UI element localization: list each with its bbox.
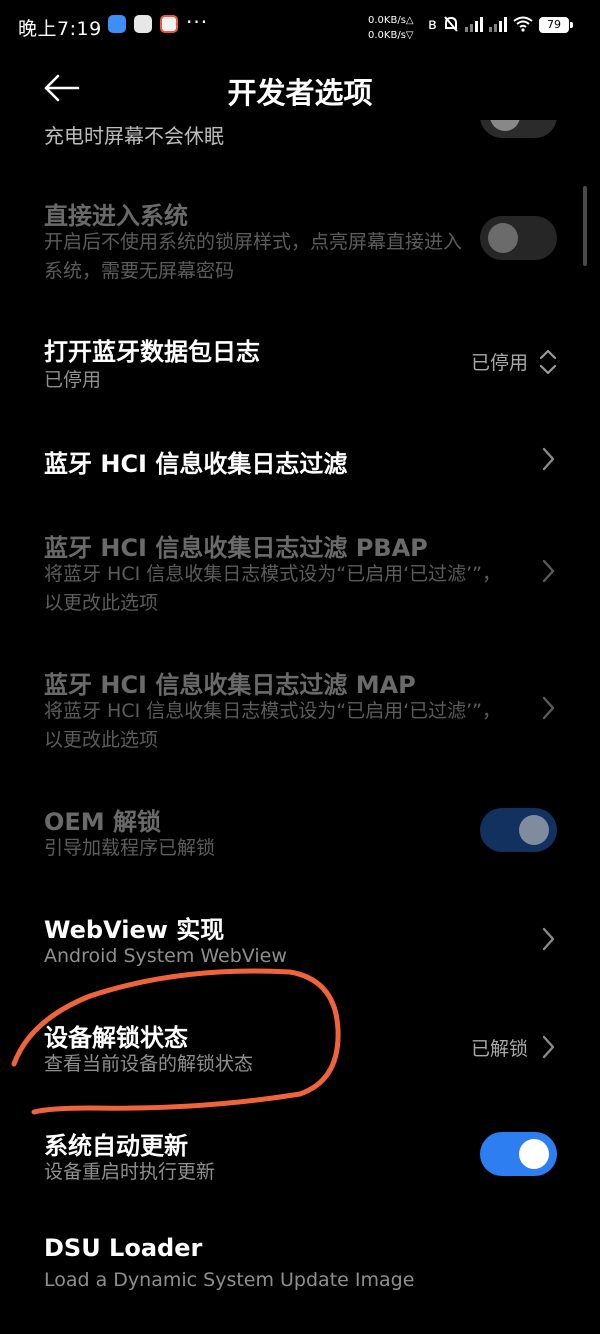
page-title: 开发者选项 <box>227 76 373 110</box>
status-time: 晚上7:19 <box>18 18 102 40</box>
oem-unlock-toggle[interactable] <box>480 808 557 852</box>
system-icons: ʙ <box>428 14 533 34</box>
item-subtitle: Load a Dynamic System Update Image <box>44 1269 415 1291</box>
item-title: 系统自动更新 <box>44 1132 188 1160</box>
network-speed: 0.0KB/s△ 0.0KB/s▽ <box>368 13 414 43</box>
signal-icon <box>464 16 483 32</box>
settings-item-device-unlock-status[interactable]: 设备解锁状态 查看当前设备的解锁状态 已解锁 <box>0 1016 600 1086</box>
settings-item-auto-update[interactable]: 系统自动更新 设备重启时执行更新 <box>0 1124 600 1194</box>
item-title: 蓝牙 HCI 信息收集日志过滤 PBAP <box>44 534 428 562</box>
speed-up: 0.0KB/s△ <box>368 15 414 26</box>
item-subtitle: 引导加载程序已解锁 <box>44 837 216 859</box>
item-title: WebView 实现 <box>44 916 225 944</box>
item-title: 蓝牙 HCI 信息收集日志过滤 MAP <box>44 671 416 699</box>
item-subtitle: 开启后不使用系统的锁屏样式，点亮屏幕直接进入系统，需要无屏幕密码 <box>44 231 463 282</box>
item-title: 直接进入系统 <box>44 202 188 230</box>
item-title: OEM 解锁 <box>44 808 162 836</box>
signal-icon <box>488 16 507 32</box>
speed-down: 0.0KB/s▽ <box>368 30 414 41</box>
item-subtitle: 将蓝牙 HCI 信息收集日志模式设为“已启用‘已过滤’”，以更改此选项 <box>44 563 502 614</box>
item-subtitle: 将蓝牙 HCI 信息收集日志模式设为“已启用‘已过滤’”，以更改此选项 <box>44 700 502 751</box>
toggle-knob <box>519 1139 549 1169</box>
settings-item-stay-awake[interactable]: 充电时屏幕不会休眠 <box>0 120 600 152</box>
chevron-right-icon <box>542 447 555 471</box>
chevron-right-icon <box>542 927 555 951</box>
wifi-icon <box>513 16 533 32</box>
bluetooth-icon: ʙ <box>428 15 437 33</box>
item-title: 蓝牙 HCI 信息收集日志过滤 <box>44 450 348 478</box>
item-title: 打开蓝牙数据包日志 <box>44 338 260 366</box>
settings-item-bt-packet-log[interactable]: 打开蓝牙数据包日志 已停用 已停用 <box>0 330 600 400</box>
app-notification-icon <box>160 15 178 33</box>
chevron-right-icon <box>542 1035 555 1059</box>
toggle-knob <box>488 223 518 253</box>
settings-item-oem-unlock[interactable]: OEM 解锁 引导加载程序已解锁 <box>0 800 600 870</box>
item-subtitle: 已停用 <box>44 369 102 391</box>
notification-icons <box>108 15 178 33</box>
chevron-right-icon <box>542 696 555 720</box>
status-bar: 晚上7:19 ··· 0.0KB/s△ 0.0KB/s▽ ʙ 79 <box>0 0 600 56</box>
settings-item-webview[interactable]: WebView 实现 Android System WebView <box>0 908 600 978</box>
app-header: 开发者选项 <box>0 56 600 120</box>
settings-item-bt-hci-map[interactable]: 蓝牙 HCI 信息收集日志过滤 MAP 将蓝牙 HCI 信息收集日志模式设为“已… <box>0 663 600 763</box>
more-notifications-icon: ··· <box>186 10 209 34</box>
item-value: 已停用 <box>470 352 528 374</box>
item-title: DSU Loader <box>44 1234 203 1262</box>
item-value: 已解锁 <box>470 1038 528 1060</box>
settings-item-dsu-loader[interactable]: DSU Loader Load a Dynamic System Update … <box>0 1232 600 1302</box>
item-subtitle: Android System WebView <box>44 945 287 967</box>
item-title: 设备解锁状态 <box>44 1024 188 1052</box>
app-notification-icon <box>134 15 152 33</box>
battery-icon: 79 <box>539 17 569 33</box>
item-title: 充电时屏幕不会休眠 <box>44 124 224 148</box>
stay-awake-toggle[interactable] <box>480 120 557 138</box>
settings-item-direct-boot[interactable]: 直接进入系统 开启后不使用系统的锁屏样式，点亮屏幕直接进入系统，需要无屏幕密码 <box>0 194 600 294</box>
expand-collapse-icon <box>539 349 557 375</box>
direct-boot-toggle[interactable] <box>480 216 557 260</box>
settings-item-bt-hci-filter[interactable]: 蓝牙 HCI 信息收集日志过滤 <box>0 440 600 490</box>
toggle-knob <box>519 815 549 845</box>
scrollbar[interactable] <box>583 186 587 266</box>
chevron-right-icon <box>542 559 555 583</box>
item-subtitle: 设备重启时执行更新 <box>44 1161 216 1183</box>
app-notification-icon <box>108 15 126 33</box>
mute-icon <box>443 16 458 32</box>
battery-tip <box>570 22 573 28</box>
auto-update-toggle[interactable] <box>480 1132 557 1176</box>
settings-item-bt-hci-pbap[interactable]: 蓝牙 HCI 信息收集日志过滤 PBAP 将蓝牙 HCI 信息收集日志模式设为“… <box>0 526 600 626</box>
item-subtitle: 查看当前设备的解锁状态 <box>44 1053 254 1075</box>
